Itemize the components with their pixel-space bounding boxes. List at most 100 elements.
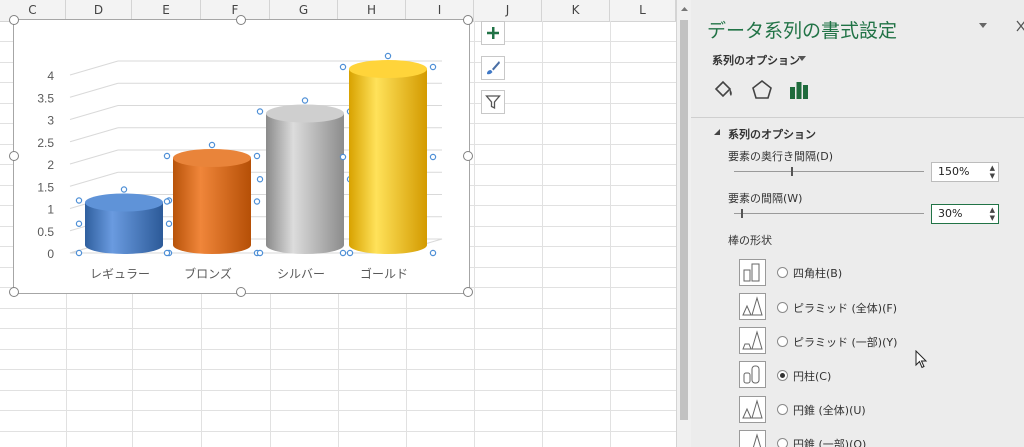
scroll-up-icon[interactable] <box>677 2 692 16</box>
series-selection-handle <box>256 176 264 183</box>
series-selection-handle <box>208 141 216 149</box>
shape-radio-box[interactable] <box>777 267 788 278</box>
cylinder-top <box>173 149 251 167</box>
chart-resize-handle[interactable] <box>463 151 473 161</box>
scrollbar-thumb[interactable] <box>680 20 688 420</box>
chart-resize-handle[interactable] <box>9 15 19 25</box>
shape-radio-pyramid-full[interactable] <box>777 302 788 313</box>
pane-title: データ系列の書式設定 <box>707 20 898 42</box>
gridline-depth <box>69 127 119 143</box>
cylinder-top <box>85 193 163 212</box>
format-data-series-pane: データ系列の書式設定 系列のオプション 系列のオプション 要素の奥行き間隔(D)… <box>691 0 1024 447</box>
series-selection-handle <box>165 220 173 227</box>
series-selection-handle <box>384 52 392 60</box>
chart-styles-button[interactable] <box>481 56 505 80</box>
gridline-depth <box>69 105 119 120</box>
column-header-d[interactable]: D <box>66 0 132 21</box>
close-icon[interactable] <box>1016 20 1024 32</box>
column-header-h[interactable]: H <box>338 0 406 21</box>
series-selection-handle <box>429 63 437 71</box>
effects-icon[interactable] <box>750 78 774 102</box>
pane-menu-dropdown-icon[interactable] <box>978 22 988 30</box>
chart-resize-handle[interactable] <box>236 287 246 297</box>
grid-row-line <box>0 410 676 411</box>
shape-option-label[interactable]: 円柱(C) <box>793 368 831 384</box>
series-options-icon[interactable] <box>787 78 811 102</box>
series-selection-handle <box>301 97 309 104</box>
gap-width-value: 30% <box>938 207 963 220</box>
grid-row-line <box>0 349 676 350</box>
fill-line-icon[interactable] <box>712 78 736 102</box>
gap-depth-input[interactable]: 150% ▲ ▼ <box>931 162 999 182</box>
chart-filters-button[interactable] <box>481 90 505 114</box>
shape-option-label[interactable]: 円錐 (全体)(U) <box>793 402 866 418</box>
shape-option-label[interactable]: ピラミッド (全体)(F) <box>793 300 897 316</box>
column-header-l[interactable]: L <box>610 0 676 21</box>
x-category-label: ゴールド <box>360 266 408 281</box>
chart-plot[interactable]: 4 3.5 3 2.5 2 1.5 1 0.5 0 レギュラー ブロンズ シルバー ゴールド <box>14 20 469 293</box>
cylinder-body <box>266 113 344 254</box>
section-heading[interactable]: 系列のオプション <box>728 126 816 142</box>
series-selection-handle <box>253 198 261 205</box>
series-selection-handle <box>75 220 83 227</box>
shape-option-label[interactable]: 四角柱(B) <box>793 265 842 281</box>
series-selection-handle <box>339 153 347 161</box>
plus-icon <box>487 27 499 39</box>
x-category-label: シルバー <box>277 267 325 281</box>
grid-column-line <box>610 21 611 447</box>
cylinder-top <box>266 104 344 123</box>
y-tick-label: 0.5 <box>37 225 54 239</box>
series-selection-handle <box>253 152 261 160</box>
grid-column-line <box>474 21 475 447</box>
gap-width-slider-knob[interactable] <box>741 209 743 218</box>
chart-elements-button[interactable] <box>481 21 505 45</box>
column-header-j[interactable]: J <box>474 0 542 21</box>
gap-width-slider[interactable] <box>734 213 924 214</box>
chart-bar-4 <box>339 52 437 257</box>
gap-depth-value: 150% <box>938 165 970 178</box>
column-header-k[interactable]: K <box>542 0 610 21</box>
collapse-triangle-icon[interactable] <box>713 128 721 136</box>
column-header-g[interactable]: G <box>270 0 338 21</box>
chart-area[interactable]: 4 3.5 3 2.5 2 1.5 1 0.5 0 レギュラー ブロンズ シルバー ゴールド <box>9 15 473 297</box>
cone-partial-icon <box>739 430 766 447</box>
cone-full-icon <box>739 396 766 423</box>
gap-depth-label: 要素の奥行き間隔(D) <box>728 150 834 163</box>
shape-radio-pyramid-partial[interactable] <box>777 336 788 347</box>
spreadsheet-area[interactable]: C D E F G H I J K L 4 3.5 3 2.5 2 1.5 1 … <box>0 0 676 447</box>
x-category-label: ブロンズ <box>184 266 232 281</box>
series-selection-handle <box>339 63 347 71</box>
chart-resize-handle[interactable] <box>9 151 19 161</box>
gap-depth-slider[interactable] <box>734 171 924 172</box>
chart-resize-handle[interactable] <box>463 287 473 297</box>
grid-row-line <box>0 328 676 329</box>
chart-resize-handle[interactable] <box>9 287 19 297</box>
vertical-scrollbar[interactable] <box>676 0 692 447</box>
shape-radio-cone-partial[interactable] <box>777 438 788 447</box>
gridline-depth <box>69 82 119 98</box>
chart-resize-handle[interactable] <box>463 15 473 25</box>
chart-resize-handle[interactable] <box>236 15 246 25</box>
y-tick-label: 0 <box>47 247 54 261</box>
chart-bar-2 <box>163 141 261 257</box>
spin-arrows-icon[interactable]: ▲ ▼ <box>990 164 995 180</box>
chart-bar-3 <box>256 97 354 257</box>
gap-width-input[interactable]: 30% ▲ ▼ <box>931 204 999 224</box>
chevron-down-icon[interactable] <box>797 55 807 63</box>
spin-arrows-icon[interactable]: ▲ ▼ <box>990 206 995 222</box>
shape-radio-cylinder[interactable] <box>777 370 788 381</box>
series-options-dropdown[interactable]: 系列のオプション <box>712 52 800 68</box>
series-selection-handle <box>163 249 171 257</box>
y-tick-label: 3 <box>47 114 54 128</box>
shape-option-label[interactable]: ピラミッド (一部)(Y) <box>793 334 897 350</box>
pane-divider <box>691 117 1024 118</box>
y-tick-label: 2 <box>47 158 54 172</box>
series-selection-handle <box>163 198 171 205</box>
shape-option-label[interactable]: 円錐 (一部)(O) <box>793 436 866 447</box>
pyramid-full-icon <box>739 293 766 320</box>
series-selection-handle <box>346 249 354 257</box>
column-header-e[interactable]: E <box>132 0 201 21</box>
series-selection-handle <box>256 249 264 257</box>
shape-radio-cone-full[interactable] <box>777 404 788 415</box>
gap-depth-slider-knob[interactable] <box>791 167 793 176</box>
